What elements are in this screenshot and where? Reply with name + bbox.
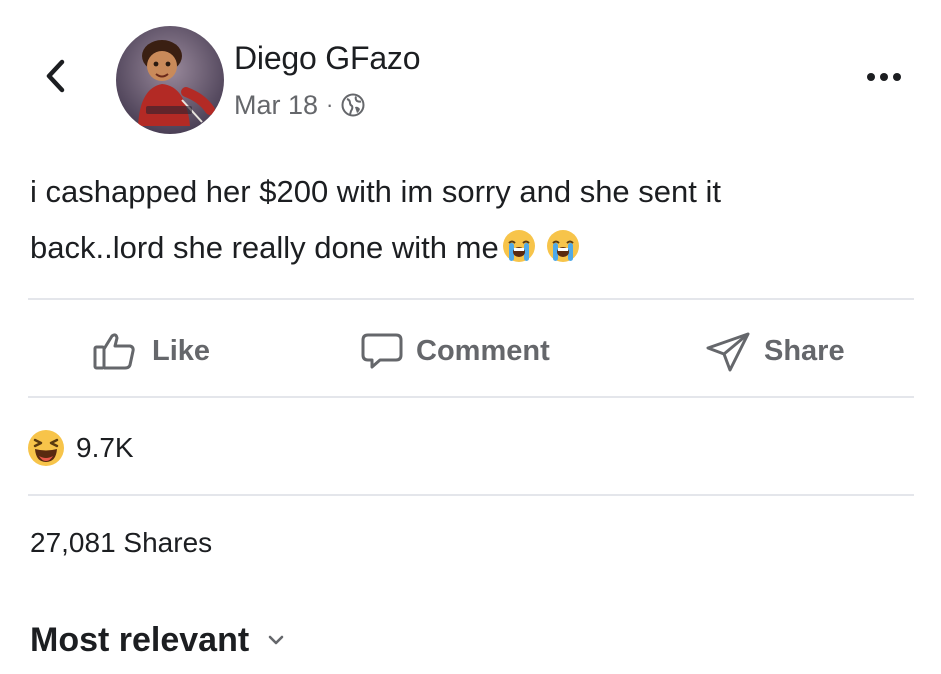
meta-separator: · (326, 92, 334, 117)
more-options-button[interactable] (858, 62, 910, 92)
reaction-count: 9.7K (76, 432, 134, 463)
avatar-image (116, 26, 224, 134)
comment-sort-dropdown[interactable]: Most relevant (30, 616, 285, 664)
more-dot-icon (893, 73, 901, 81)
chevron-left-icon (46, 59, 65, 93)
divider (28, 494, 914, 496)
post-date[interactable]: Mar 18 (234, 90, 318, 121)
more-dot-icon (880, 73, 888, 81)
comment-button[interactable]: Comment (360, 326, 550, 376)
reaction-summary[interactable]: 9.7K (26, 424, 134, 472)
share-button[interactable]: Share (704, 326, 845, 376)
chevron-down-icon (268, 635, 284, 645)
laughing-face-icon (28, 430, 64, 466)
more-dot-icon (867, 73, 875, 81)
thumbs-up-icon (93, 333, 135, 370)
loudly-crying-face-icon (546, 230, 579, 262)
comment-label: Comment (416, 334, 550, 367)
author-name[interactable]: Diego GFazo (234, 40, 421, 77)
comment-bubble-icon (361, 333, 403, 369)
back-button[interactable] (36, 56, 76, 96)
divider (28, 396, 914, 398)
avatar[interactable] (116, 26, 224, 134)
shares-count[interactable]: 27,081 Shares (30, 527, 212, 559)
post-meta: Mar 18 · (234, 88, 365, 122)
sort-label: Most relevant (30, 620, 250, 659)
loudly-crying-face-icon (502, 230, 535, 262)
post-text-line: back..lord she really done with me (30, 230, 499, 265)
post-text-line-2: back..lord she really done with me (30, 220, 910, 276)
post-text-line: i cashapped her $200 with im sorry and s… (30, 174, 721, 209)
globe-icon[interactable] (341, 93, 365, 117)
share-arrow-icon (706, 332, 750, 372)
divider (28, 298, 914, 300)
post-text: i cashapped her $200 with im sorry and s… (30, 164, 910, 276)
share-label: Share (764, 334, 845, 367)
like-button[interactable]: Like (92, 326, 210, 376)
like-label: Like (152, 334, 211, 367)
